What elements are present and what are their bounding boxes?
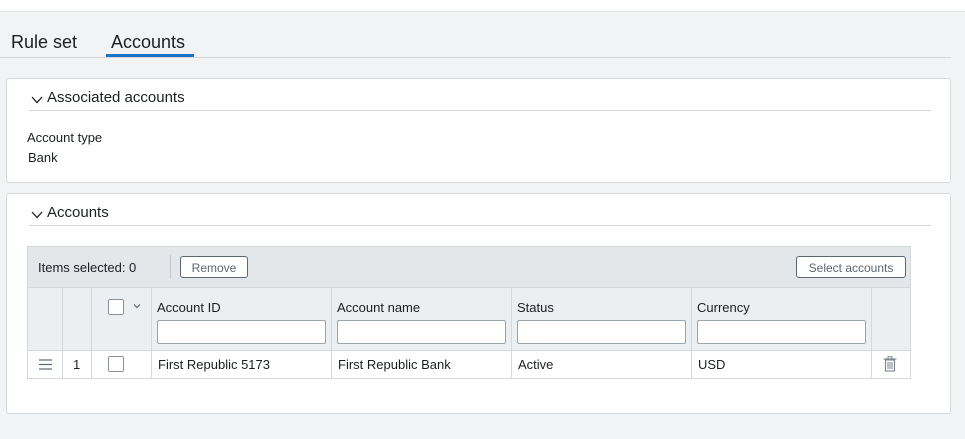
column-divider [151,351,152,378]
cell-currency: USD [698,357,726,372]
accounts-header[interactable]: Accounts [29,204,931,226]
column-divider [62,288,63,350]
column-divider [691,288,692,350]
drag-handle-icon[interactable] [39,359,52,370]
accounts-panel: Accounts Items selected: 0 Remove Select… [6,193,951,414]
column-divider [511,351,512,378]
column-divider [871,288,872,350]
items-selected-count: Items selected: 0 [38,260,137,275]
section-title: Accounts [47,204,109,221]
trash-icon[interactable] [883,356,897,372]
column-header-currency[interactable]: Currency [697,300,750,315]
column-header-status[interactable]: Status [517,300,554,315]
account-type-value: Bank [28,150,58,165]
column-divider [91,288,92,350]
column-header-account-id[interactable]: Account ID [157,300,221,315]
column-divider [62,351,63,378]
toolbar-divider [170,255,171,279]
grid-toolbar: Items selected: 0 Remove Select accounts [27,246,911,288]
row-checkbox[interactable] [108,356,124,372]
select-accounts-button[interactable]: Select accounts [796,256,906,278]
top-strip [0,0,965,12]
filter-status-input[interactable] [517,320,686,344]
chevron-down-icon[interactable] [30,208,44,222]
column-divider [511,288,512,350]
row-number: 1 [73,357,81,372]
tab-accounts[interactable]: Accounts [111,32,185,53]
account-type-label: Account type [27,130,103,145]
tab-rule-set[interactable]: Rule set [11,32,77,53]
associated-accounts-header[interactable]: Associated accounts [29,89,931,111]
column-divider [871,351,872,378]
chevron-down-icon[interactable] [132,301,142,311]
chevron-down-icon[interactable] [30,93,44,107]
cell-account-id: First Republic 5173 [158,357,270,372]
section-title: Associated accounts [47,89,185,106]
select-all-checkbox[interactable] [108,299,124,315]
associated-accounts-panel: Associated accounts Account type Bank [6,78,951,183]
grid-header-row: Account ID Account name Status Currency [27,288,911,351]
cell-account-name: First Republic Bank [338,357,451,372]
column-divider [331,351,332,378]
filter-account-id-input[interactable] [157,320,326,344]
column-divider [331,288,332,350]
table-row[interactable]: 1 First Republic 5173 First Republic Ban… [27,351,911,379]
remove-button[interactable]: Remove [180,256,248,278]
filter-currency-input[interactable] [697,320,866,344]
filter-account-name-input[interactable] [337,320,506,344]
column-divider [91,351,92,378]
accounts-grid: Items selected: 0 Remove Select accounts… [27,246,911,379]
active-tab-indicator [106,54,194,57]
column-divider [691,351,692,378]
cell-status: Active [518,357,554,372]
column-divider [151,288,152,350]
tab-bar: Rule set Accounts [0,12,951,58]
column-header-account-name[interactable]: Account name [337,300,420,315]
